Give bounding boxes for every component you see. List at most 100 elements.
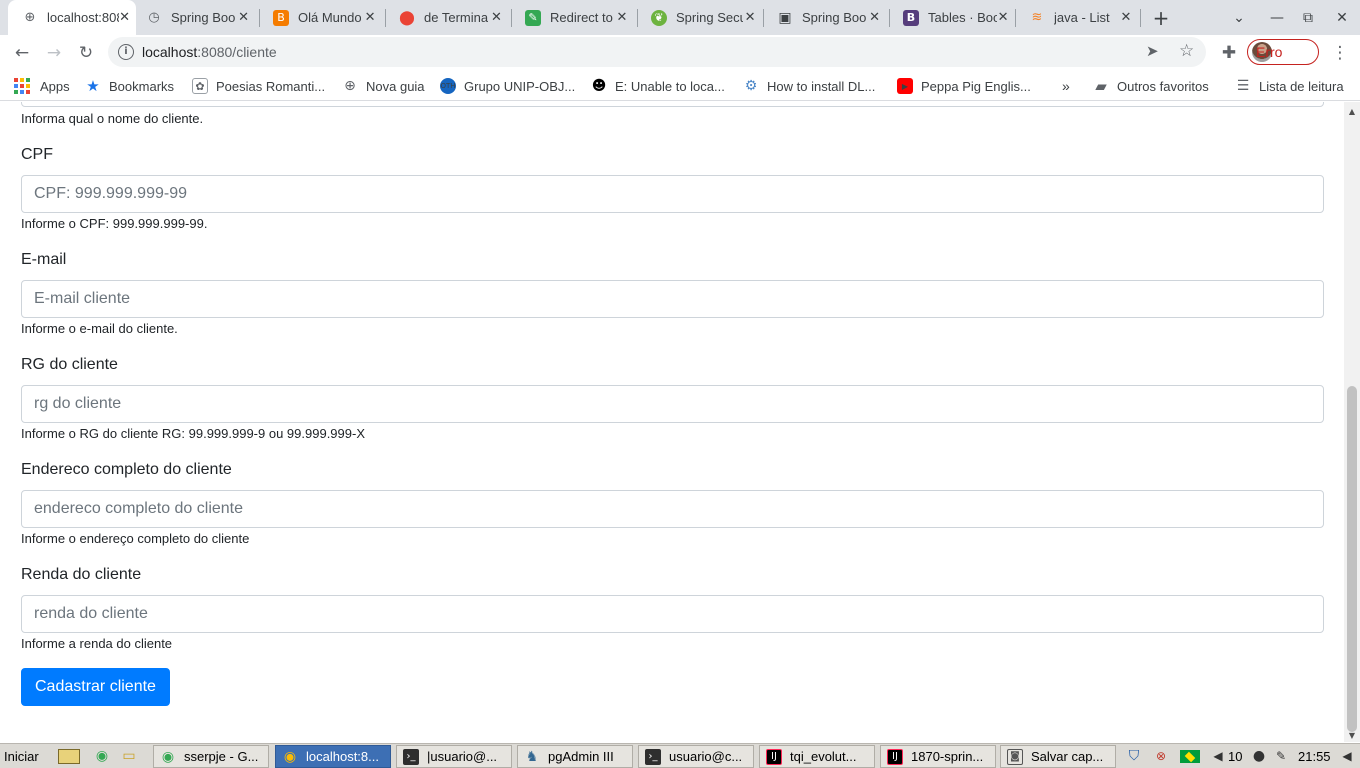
- bookmark-peppa-pig[interactable]: ▶ Peppa Pig Englis...: [897, 76, 1031, 96]
- show-desktop-icon[interactable]: [58, 749, 80, 764]
- globe-icon: ⊕: [24, 10, 36, 25]
- menu-kebab-icon[interactable]: ⋮: [1326, 39, 1354, 67]
- tab-search-chevron-icon[interactable]: ⌄: [1227, 6, 1251, 30]
- tab-maps[interactable]: ⬤ de Terminal ✕: [385, 0, 511, 35]
- task-intellij-tqi[interactable]: IJ tqi_evolut...: [759, 745, 875, 768]
- email-input[interactable]: [21, 280, 1324, 318]
- reading-list-button[interactable]: ☰ Lista de leitura: [1235, 76, 1344, 96]
- intellij-icon: IJ: [766, 748, 782, 765]
- task-intellij-1870[interactable]: IJ 1870-sprin...: [880, 745, 996, 768]
- tab-ola-mundo[interactable]: B Olá Mundo ✕: [259, 0, 385, 35]
- leaf-doc-icon: ✎: [525, 9, 541, 26]
- clock-icon: ◷: [148, 10, 160, 25]
- task-localhost-chrome[interactable]: ◉ localhost:8...: [275, 745, 391, 768]
- pen-icon[interactable]: ✎: [1273, 748, 1289, 764]
- tab-bootstrap-tables[interactable]: B Tables · Bootstrap ✕: [889, 0, 1015, 35]
- bookmark-label: Nova guia: [366, 78, 425, 94]
- chip-icon: ▣: [778, 9, 792, 26]
- bookmark-install-dl[interactable]: ⚙ How to install DL...: [743, 76, 876, 96]
- bookmark-label: Outros favoritos: [1117, 78, 1209, 94]
- profile-button[interactable]: Erro: [1247, 39, 1319, 65]
- bookmark-label: E: Unable to loca...: [615, 78, 725, 94]
- bookmark-apps[interactable]: Apps: [14, 76, 70, 96]
- bookmark-unable-to-locate[interactable]: ☻ E: Unable to loca...: [591, 76, 725, 96]
- speaker-icon[interactable]: ◀: [1339, 748, 1355, 764]
- forward-arrow-icon[interactable]: →: [40, 39, 68, 67]
- blogger-icon: B: [273, 9, 289, 26]
- tab-strip: ⊕ localhost:8080/cliente ✕ ◷ Spring Boot…: [0, 0, 1360, 35]
- bookmark-nova-guia[interactable]: ⊕ Nova guia: [342, 76, 425, 96]
- bookmarks-overflow-button[interactable]: »: [1062, 76, 1070, 96]
- nome-help-text: Informa qual o nome do cliente.: [21, 111, 204, 126]
- cadastrar-cliente-button[interactable]: Cadastrar cliente: [21, 668, 170, 706]
- window-close-icon[interactable]: ✕: [1330, 6, 1354, 30]
- bookmark-grupo-unip[interactable]: OTH Grupo UNIP-OBJ...: [440, 76, 575, 96]
- bookmark-label: Bookmarks: [109, 78, 175, 94]
- reading-list-icon: ☰: [1236, 78, 1250, 94]
- extensions-puzzle-icon[interactable]: ✚: [1215, 39, 1243, 67]
- bookmark-star-icon[interactable]: ☆: [1179, 41, 1194, 61]
- close-icon[interactable]: ✕: [488, 9, 505, 27]
- tab-title: java - List: [1054, 10, 1110, 25]
- bookmark-bookmarks[interactable]: ★ Bookmarks: [85, 76, 174, 96]
- task-terminal-2[interactable]: ›_ usuario@c...: [638, 745, 754, 768]
- bookmark-label: How to install DL...: [767, 78, 876, 94]
- close-icon[interactable]: ✕: [997, 9, 1009, 27]
- address-bar[interactable]: i localhost:8080/cliente ➤ ☆: [108, 37, 1206, 67]
- bootstrap-icon: B: [903, 9, 919, 26]
- close-icon[interactable]: ✕: [866, 9, 883, 27]
- scroll-up-arrow-icon[interactable]: ▲: [1344, 104, 1360, 118]
- clock: 21:55: [1298, 749, 1331, 764]
- tab-localhost[interactable]: ⊕ localhost:8080/cliente ✕: [8, 0, 136, 35]
- brazil-flag-icon[interactable]: [1180, 750, 1200, 763]
- scroll-down-arrow-icon[interactable]: ▼: [1344, 728, 1360, 742]
- terminal-icon: ›_: [645, 748, 661, 765]
- address-url[interactable]: localhost:8080/cliente: [142, 44, 277, 60]
- restore-icon[interactable]: ⧉: [1296, 6, 1320, 30]
- task-pgadmin[interactable]: ♞ pgAdmin III: [517, 745, 633, 768]
- page-scrollbar[interactable]: ▲ ▼: [1344, 102, 1360, 742]
- scrollbar-thumb[interactable]: [1347, 386, 1357, 732]
- file-manager-icon[interactable]: ▭: [121, 748, 137, 764]
- tab-java-list[interactable]: ≋ java - List ✕: [1015, 0, 1141, 35]
- network-icon[interactable]: ⊗: [1153, 748, 1169, 764]
- renda-input[interactable]: [21, 595, 1324, 633]
- cpf-input[interactable]: [21, 175, 1324, 213]
- user-icon[interactable]: ●: [1251, 748, 1267, 764]
- url-host: localhost: [142, 44, 198, 60]
- site-info-icon[interactable]: i: [118, 44, 134, 60]
- task-terminal-1[interactable]: ›_ |usuario@...: [396, 745, 512, 768]
- endereco-input[interactable]: [21, 490, 1324, 528]
- shield-icon[interactable]: ⛉: [1126, 748, 1142, 764]
- tab-title: de Terminal: [424, 10, 488, 25]
- bookmark-poesias[interactable]: ✿ Poesias Romanti...: [192, 76, 325, 96]
- rg-label: RG do cliente: [21, 356, 118, 373]
- task-salvar-captura[interactable]: ◙ Salvar cap...: [1000, 745, 1116, 768]
- minimize-icon[interactable]: —: [1265, 6, 1289, 30]
- tab-spring-boot-2[interactable]: ▣ Spring Boot ✕: [763, 0, 889, 35]
- tab-spring-boot[interactable]: ◷ Spring Boot ✕: [132, 0, 258, 35]
- close-icon[interactable]: ✕: [119, 9, 130, 27]
- new-tab-button[interactable]: +: [1149, 6, 1173, 30]
- send-tab-icon[interactable]: ➤: [1146, 42, 1159, 60]
- close-icon[interactable]: ✕: [1117, 9, 1135, 27]
- volume-icon[interactable]: ◀: [1210, 748, 1226, 764]
- endereco-label: Endereco completo do cliente: [21, 461, 232, 478]
- tab-spring-security[interactable]: ❦ Spring Security ✕: [637, 0, 763, 35]
- close-icon[interactable]: ✕: [235, 9, 252, 27]
- chrome-launcher-icon[interactable]: ◉: [94, 748, 110, 764]
- globe-icon: ⊕: [344, 78, 356, 94]
- start-menu-button[interactable]: Iniciar: [4, 749, 39, 764]
- close-icon[interactable]: ✕: [613, 9, 631, 27]
- reload-icon[interactable]: ↻: [72, 39, 100, 67]
- url-path: :8080/cliente: [197, 44, 277, 60]
- close-icon[interactable]: ✕: [743, 9, 757, 27]
- tab-redirect[interactable]: ✎ Redirect to ✕: [511, 0, 637, 35]
- rg-input[interactable]: [21, 385, 1324, 423]
- close-icon[interactable]: ✕: [361, 9, 379, 27]
- back-arrow-icon[interactable]: ←: [8, 39, 36, 67]
- nome-input[interactable]: [21, 102, 1324, 107]
- bookmark-outros-favoritos[interactable]: ▰ Outros favoritos: [1093, 76, 1209, 96]
- tab-title: Spring Boot: [171, 10, 236, 25]
- task-sserpje-chrome[interactable]: ◉ sserpje - G...: [153, 745, 269, 768]
